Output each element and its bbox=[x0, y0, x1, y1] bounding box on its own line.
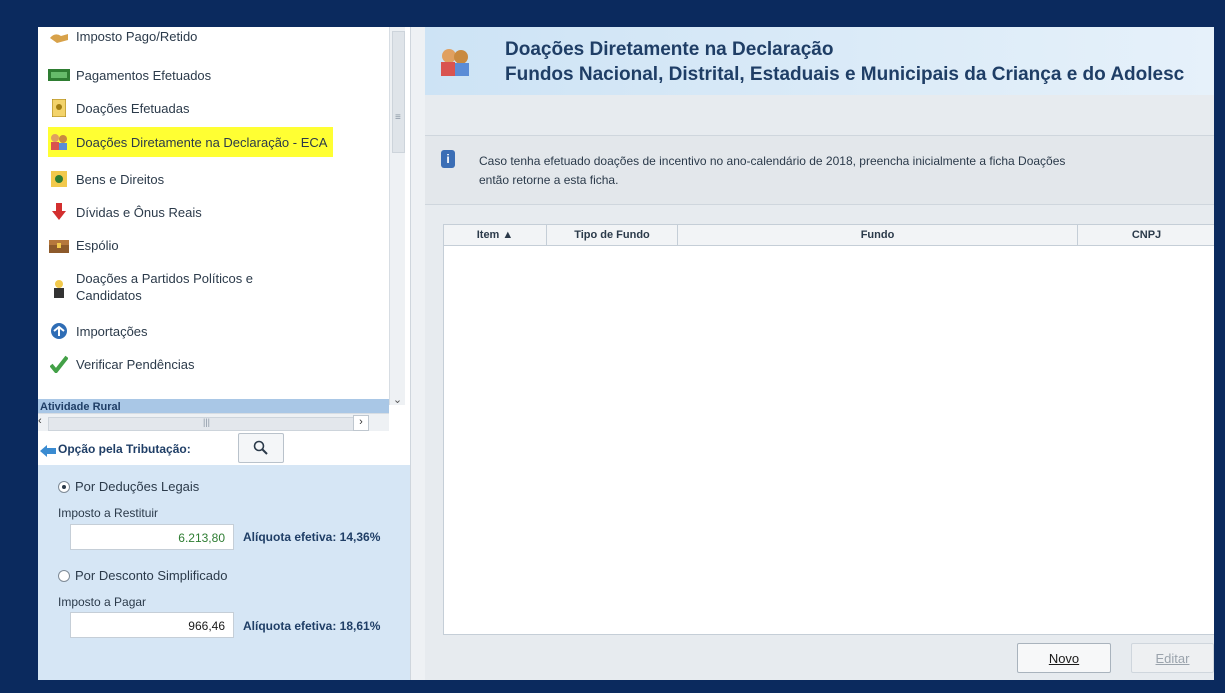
document-icon bbox=[48, 99, 70, 117]
sidebar-item-label: Imposto Pago/Retido bbox=[76, 28, 198, 44]
sidebar-item-pagamentos[interactable]: Pagamentos Efetuados bbox=[48, 60, 211, 90]
info-icon: i bbox=[441, 150, 455, 168]
column-header-tipo-fundo[interactable]: Tipo de Fundo bbox=[547, 225, 678, 245]
children-icon bbox=[48, 133, 70, 151]
tax-option-panel: Opção pela Tributação: Por Deduções Lega… bbox=[38, 431, 410, 680]
aliquota-deducoes: Alíquota efetiva: 14,36% bbox=[243, 530, 381, 544]
chest-icon bbox=[48, 236, 70, 254]
info-text-line2: então retorne a esta ficha. bbox=[479, 173, 619, 187]
imposto-pagar-label: Imposto a Pagar bbox=[58, 595, 147, 609]
search-button[interactable] bbox=[238, 433, 284, 463]
radio-button[interactable] bbox=[58, 480, 70, 493]
aliquota-simplificado: Alíquota efetiva: 18,61% bbox=[243, 619, 381, 633]
main-panel: Doações Diretamente na Declaração Fundos… bbox=[425, 27, 1214, 680]
sidebar-item-bens[interactable]: Bens e Direitos bbox=[48, 164, 164, 194]
sidebar-item-partidos[interactable]: Doações a Partidos Políticos e Candidato… bbox=[48, 270, 253, 306]
candidate-icon bbox=[48, 280, 70, 298]
imposto-pagar-value: 966,46 bbox=[70, 612, 234, 638]
search-icon bbox=[253, 440, 268, 455]
sidebar-item-label: Pagamentos Efetuados bbox=[76, 67, 212, 83]
sidebar-item-label: Bens e Direitos bbox=[76, 171, 165, 187]
sidebar-scrollbar[interactable]: ≡ ⌄ bbox=[389, 27, 405, 407]
sidebar-item-doacoes-eca[interactable]: Doações Diretamente na Declaração - ECA bbox=[48, 127, 334, 157]
sidebar-item-label: Espólio bbox=[76, 237, 119, 253]
sidebar-item-espolio[interactable]: Espólio bbox=[48, 230, 119, 260]
sidebar-item-importacoes[interactable]: Importações bbox=[48, 316, 148, 346]
page-title: Doações Diretamente na Declaração bbox=[505, 39, 834, 60]
arrow-left-icon bbox=[40, 444, 56, 462]
scroll-down-icon[interactable]: ⌄ bbox=[391, 393, 404, 407]
column-header-fundo[interactable]: Fundo bbox=[678, 225, 1078, 245]
sidebar-item-label: Doações Diretamente na Declaração - ECA bbox=[76, 134, 328, 150]
imposto-restituir-label: Imposto a Restituir bbox=[58, 506, 159, 520]
money-hand-icon bbox=[48, 27, 70, 45]
scroll-right-icon[interactable]: › bbox=[353, 415, 369, 431]
sidebar-nav: Imposto Pago/Retido Pagamentos Efetuados… bbox=[38, 27, 389, 399]
sidebar-item-dividas[interactable]: Dívidas e Ônus Reais bbox=[48, 197, 202, 227]
page-header: Doações Diretamente na Declaração Fundos… bbox=[425, 27, 1214, 95]
column-header-cnpj[interactable]: CNPJ bbox=[1078, 225, 1214, 245]
check-icon bbox=[48, 355, 70, 373]
coin-icon bbox=[48, 170, 70, 188]
scrollbar-thumb[interactable] bbox=[392, 31, 405, 153]
sidebar-item-pendencias[interactable]: Verificar Pendências bbox=[48, 349, 195, 379]
page-subtitle: Fundos Nacional, Distrital, Estaduais e … bbox=[505, 64, 1185, 85]
radio-button[interactable] bbox=[58, 569, 70, 582]
sidebar-item-imposto-pago[interactable]: Imposto Pago/Retido bbox=[48, 27, 197, 51]
sidebar-item-label: Verificar Pendências bbox=[76, 356, 195, 372]
imposto-restituir-value: 6.213,80 bbox=[70, 524, 234, 550]
scroll-left-icon[interactable]: ‹ bbox=[38, 415, 42, 427]
sidebar-item-label-line2: Candidatos bbox=[76, 288, 142, 303]
funds-table: Item ▲ Tipo de Fundo Fundo CNPJ bbox=[443, 224, 1214, 635]
column-header-item[interactable]: Item ▲ bbox=[444, 225, 547, 245]
children-icon bbox=[438, 47, 472, 82]
scrollbar-grip-icon: ||| bbox=[203, 417, 211, 427]
sidebar-item-doacoes-efetuadas[interactable]: Doações Efetuadas bbox=[48, 93, 189, 123]
radio-deducoes-legais[interactable]: Por Deduções Legais bbox=[58, 479, 199, 494]
editar-button[interactable]: Editar bbox=[1131, 643, 1214, 673]
horizontal-scrollbar[interactable]: ‹ ||| › bbox=[38, 413, 389, 433]
tax-option-header: Opção pela Tributação: bbox=[38, 431, 410, 465]
info-message: i Caso tenha efetuado doações de incenti… bbox=[425, 135, 1214, 205]
cash-icon bbox=[48, 66, 70, 84]
app-window: Imposto Pago/Retido Pagamentos Efetuados… bbox=[38, 27, 1214, 680]
novo-button[interactable]: Novo bbox=[1017, 643, 1111, 673]
radio-desconto-simplificado[interactable]: Por Desconto Simplificado bbox=[58, 568, 227, 583]
section-header-atividade-rural[interactable]: Atividade Rural bbox=[38, 399, 389, 413]
sidebar-item-label: Doações a Partidos Políticos e bbox=[76, 271, 254, 286]
scrollbar-grip-icon: ≡ bbox=[395, 112, 401, 123]
import-icon bbox=[48, 322, 70, 340]
table-header: Item ▲ Tipo de Fundo Fundo CNPJ bbox=[444, 225, 1214, 246]
sidebar-item-label: Importações bbox=[76, 323, 148, 339]
arrow-down-icon bbox=[48, 203, 70, 221]
sidebar-item-label: Doações Efetuadas bbox=[76, 100, 190, 116]
sidebar-item-label: Dívidas e Ônus Reais bbox=[76, 204, 202, 220]
info-text-line1: Caso tenha efetuado doações de incentivo… bbox=[479, 154, 1066, 168]
